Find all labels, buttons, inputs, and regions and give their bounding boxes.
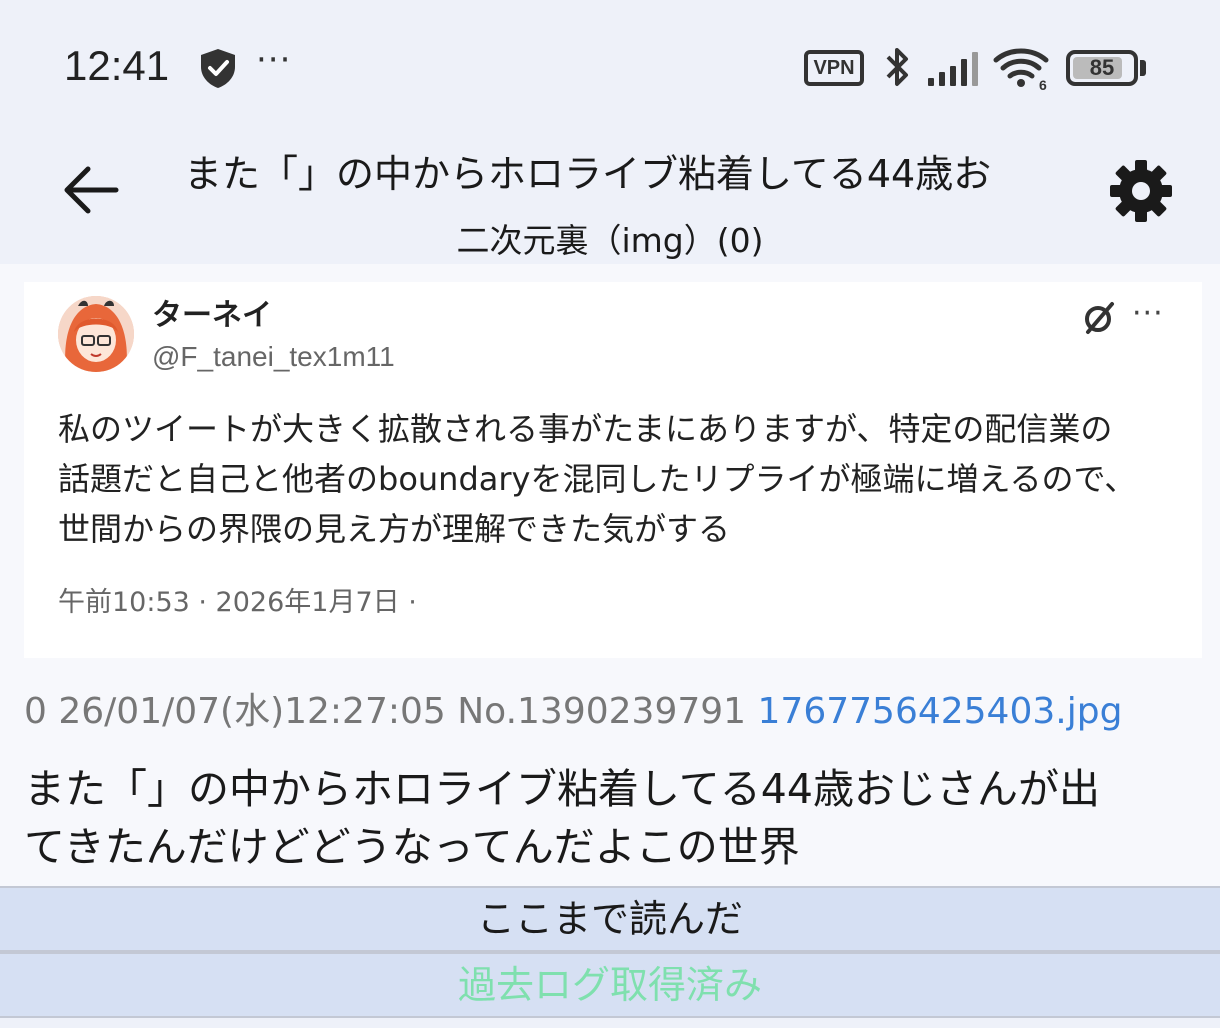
app-header: また「」の中からホロライブ粘着してる44歳お 二次元裏（img）(0) [0,130,1220,264]
thread-title: また「」の中からホロライブ粘着してる44歳お [184,152,992,196]
battery-level: 85 [1089,55,1115,80]
tweet-body-line: 世間からの界隈の見え方が理解できた気がする [58,510,731,548]
read-marker-bar[interactable]: ここまで読んだ [0,886,1220,952]
tweet-body: 私のツイートが大きく拡散される事がたまにありますが、特定の配信業の 話題だと自己… [58,404,1178,554]
archive-status-bar[interactable]: 過去ログ取得済み [0,952,1220,1018]
tweet-timestamp: 午前10:53 · 2026年1月7日 · [58,587,417,618]
signal-icon [928,52,978,86]
vpn-icon: VPN [804,50,864,86]
post-body-line: てきたんだけどどうなってんだよこの世界 [24,823,800,871]
tweet-body-line: 話題だと自己と他者のboundaryを混同したリプライが極端に増えるので、 [58,460,1137,498]
shield-icon [201,49,235,88]
image-file-link[interactable]: 1767756425403.jpg [758,691,1123,732]
battery-cap [1140,60,1146,76]
bluetooth-icon [886,48,908,86]
tweet-more-icon: ··· [1132,296,1164,331]
wifi-icon: 6 [993,48,1049,92]
tweet-image[interactable]: ターネイ @F_tanei_tex1m11 ··· 私のツイートが大きく拡散され… [24,282,1202,658]
battery-icon: 85 [1066,50,1138,86]
grok-icon [1085,302,1114,334]
tweet-author-name: ターネイ [152,298,272,333]
status-bar: 12:41 ··· VPN 6 85 [0,0,1220,130]
avatar [58,296,134,372]
avatar-illustration [58,296,134,372]
tweet-body-line: 私のツイートが大きく拡散される事がたまにありますが、特定の配信業の [58,410,1113,448]
post-content: ターネイ @F_tanei_tex1m11 ··· 私のツイートが大きく拡散され… [0,264,1220,886]
gear-icon[interactable] [1106,156,1176,226]
status-time: 12:41 [64,42,170,89]
back-arrow-icon[interactable] [56,160,126,220]
post-body-line: また「」の中からホロライブ粘着してる44歳おじさんが出 [24,765,1100,813]
wifi-badge: 6 [1039,77,1047,92]
bottom-strip [0,1018,1220,1028]
post-number-date: 0 26/01/07(水)12:27:05 No.1390239791 [24,691,747,732]
tweet-author-handle: @F_tanei_tex1m11 [152,341,395,372]
post-body: また「」の中からホロライブ粘着してる44歳おじさんが出 てきたんだけどどうなって… [24,760,1200,876]
status-more-icon: ··· [256,40,292,80]
board-subtitle: 二次元裏（img）(0) [456,221,764,260]
post-meta: 0 26/01/07(水)12:27:05 No.1390239791 1767… [24,688,1122,736]
